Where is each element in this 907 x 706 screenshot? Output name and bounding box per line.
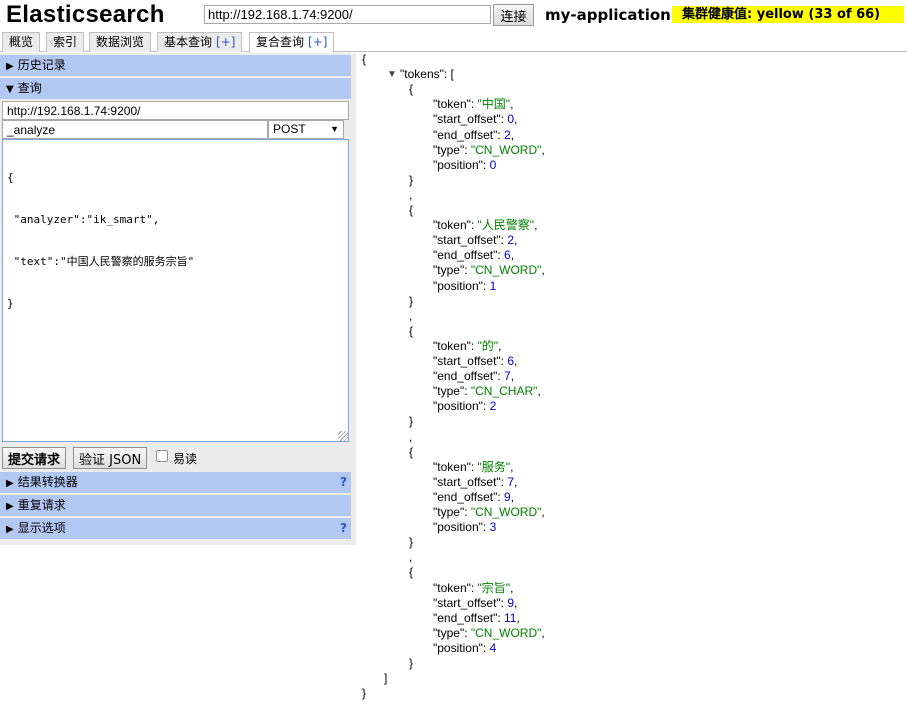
json-field-token: "token": "人民警察", <box>433 218 538 233</box>
json-close-brace: } <box>362 686 367 701</box>
json-response-viewer: {▼ "tokens": [{"token": "中国", "start_offse… <box>360 52 905 706</box>
app-title: Elasticsearch <box>6 1 165 28</box>
result-transformer-section[interactable]: ▶ 结果转换器 ? <box>0 472 351 493</box>
submit-request-button[interactable]: 提交请求 <box>2 447 67 469</box>
body-line: { <box>7 171 14 184</box>
tab-label: 概览 <box>9 35 34 49</box>
tab-label: 数据浏览 <box>96 35 145 49</box>
query-section[interactable]: ▼ 查询 <box>0 78 351 99</box>
tab-browser[interactable]: 数据浏览 <box>89 32 152 52</box>
server-url-field[interactable]: http://192.168.1.74:9200/ <box>2 101 349 120</box>
cluster-url-input[interactable] <box>204 5 491 24</box>
tab-overview[interactable]: 概览 <box>2 32 41 52</box>
body-line: } <box>7 297 14 310</box>
json-field-token: "token": "中国", <box>433 97 514 112</box>
tab-bar: 概览 索引 数据浏览 基本查询 [+] 复合查询 [+] <box>0 30 907 53</box>
expand-right-icon: ▶ <box>6 501 14 512</box>
json-comma: , <box>409 429 413 444</box>
json-field-end-offset: "end_offset": 2, <box>433 127 515 142</box>
method-select[interactable]: POST ▼ <box>268 120 344 139</box>
help-icon[interactable]: ? <box>340 472 347 493</box>
json-field-position: "position": 1 <box>433 278 497 293</box>
json-object-close: } <box>409 172 414 187</box>
method-value: POST <box>273 122 306 136</box>
json-field-token: "token": "服务", <box>433 459 514 474</box>
json-object-close: } <box>409 656 414 670</box>
section-label: 查询 <box>17 81 42 95</box>
json-field-start-offset: "start_offset": 0, <box>433 112 518 127</box>
json-field-position: "position": 3 <box>433 520 497 535</box>
tab-add-compound-query[interactable]: [+] <box>308 35 327 49</box>
json-field-type: "type": "CN_WORD", <box>433 505 545 519</box>
tab-add-basic-query[interactable]: [+] <box>216 35 235 49</box>
validate-json-button[interactable]: 验证 JSON <box>73 447 148 469</box>
expand-down-icon: ▼ <box>6 84 14 95</box>
cluster-name: my-application <box>545 6 671 24</box>
json-object-close: } <box>409 535 414 550</box>
section-label: 重复请求 <box>17 498 66 512</box>
json-object-open: { <box>409 82 414 97</box>
body-line: "text":"中国人民警察的服务宗旨" <box>7 255 195 268</box>
tab-label: 复合查询 <box>256 35 305 49</box>
top-header: Elasticsearch 连接 my-application 集群健康值: y… <box>0 0 907 30</box>
json-object-open: { <box>409 323 414 338</box>
chevron-down-icon: ▼ <box>330 124 339 134</box>
help-icon[interactable]: ? <box>340 518 347 539</box>
expand-right-icon: ▶ <box>6 61 14 72</box>
readonly-checkbox[interactable] <box>156 450 168 462</box>
tab-label: 基本查询 <box>164 35 213 49</box>
json-open-brace: { <box>362 52 367 66</box>
json-object-open: { <box>409 444 414 459</box>
collapse-arrow-icon[interactable]: ▼ <box>387 69 397 80</box>
resize-handle[interactable] <box>338 431 348 441</box>
json-field-type: "type": "CN_CHAR", <box>433 384 541 399</box>
json-object-close: } <box>409 414 414 429</box>
json-object-close: } <box>409 293 414 308</box>
json-field-type: "type": "CN_WORD", <box>433 625 545 640</box>
json-field-token: "token": "的", <box>433 338 502 353</box>
json-field-position: "position": 0 <box>433 157 497 172</box>
json-comma: , <box>409 550 413 565</box>
json-field-start-offset: "start_offset": 9, <box>433 595 518 610</box>
json-field-start-offset: "start_offset": 6, <box>433 354 518 368</box>
tab-indices[interactable]: 索引 <box>46 32 85 52</box>
section-label: 历史记录 <box>17 58 66 72</box>
json-field-token: "token": "宗旨", <box>433 580 514 595</box>
tab-label: 索引 <box>53 35 78 49</box>
json-field-start-offset: "start_offset": 2, <box>433 233 518 248</box>
history-section[interactable]: ▶ 历史记录 <box>0 55 351 76</box>
json-comma: , <box>409 187 413 202</box>
json-field-type: "type": "CN_WORD", <box>433 263 545 278</box>
json-array-key: "tokens": [ <box>400 67 454 82</box>
json-array-close: ] <box>384 671 388 686</box>
tab-compound-query[interactable]: 复合查询 [+] <box>249 32 335 53</box>
expand-right-icon: ▶ <box>6 524 14 535</box>
json-comma: , <box>409 308 413 323</box>
section-label: 显示选项 <box>17 521 66 535</box>
query-panel: ▶ 历史记录 ▼ 查询 http://192.168.1.74:9200/ _ana… <box>0 53 356 545</box>
json-field-end-offset: "end_offset": 11, <box>433 610 520 625</box>
json-field-start-offset: "start_offset": 7, <box>433 474 518 489</box>
json-field-position: "position": 2 <box>433 399 497 414</box>
json-field-type: "type": "CN_WORD", <box>433 142 545 157</box>
cluster-health-badge: 集群健康值: yellow (33 of 66) <box>672 6 904 23</box>
json-field-end-offset: "end_offset": 6, <box>433 248 515 263</box>
path-field[interactable]: _analyze <box>2 120 268 139</box>
request-body-editor[interactable]: { "analyzer":"ik_smart", "text":"中国人民警察的… <box>2 139 349 442</box>
connect-button[interactable]: 连接 <box>493 4 534 26</box>
section-label: 结果转换器 <box>17 475 78 489</box>
body-line: "analyzer":"ik_smart", <box>7 213 160 226</box>
json-field-position: "position": 4 <box>433 640 497 655</box>
repeat-request-section[interactable]: ▶ 重复请求 <box>0 495 351 516</box>
json-object-open: { <box>409 565 414 580</box>
expand-right-icon: ▶ <box>6 478 14 489</box>
tab-basic-query[interactable]: 基本查询 [+] <box>157 32 243 52</box>
json-object-open: { <box>409 203 414 217</box>
display-options-section[interactable]: ▶ 显示选项 ? <box>0 518 351 539</box>
json-field-end-offset: "end_offset": 7, <box>433 369 515 384</box>
json-field-end-offset: "end_offset": 9, <box>433 489 515 504</box>
readonly-label: 易读 <box>173 452 198 466</box>
